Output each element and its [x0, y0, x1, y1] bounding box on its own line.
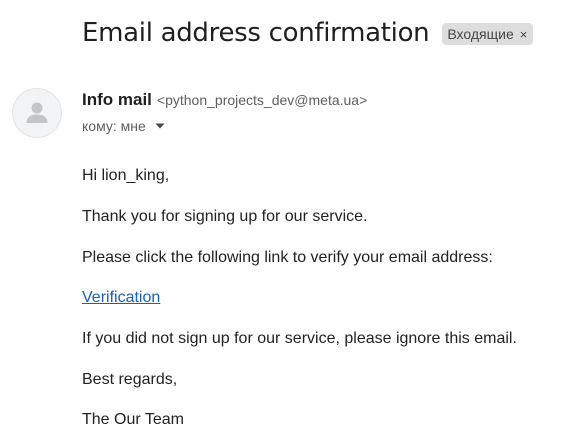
email-subject: Email address confirmation	[82, 18, 430, 48]
remove-label-icon[interactable]: ×	[520, 28, 528, 41]
recipient-text: кому: мне	[82, 118, 146, 134]
caret-down-icon	[155, 123, 165, 129]
recipient-line: кому: мне	[82, 118, 168, 134]
sender-line: Info mail <python_projects_dev@meta.ua>	[82, 90, 367, 110]
closing-text: Best regards,	[82, 371, 178, 388]
sender-name[interactable]: Info mail	[82, 90, 152, 110]
thanks-text: Thank you for signing up for our service…	[82, 208, 368, 225]
ignore-notice-text: If you did not sign up for our service, …	[82, 330, 517, 347]
subject-row: Email address confirmation Входящие ×	[82, 18, 534, 48]
instruction-text: Please click the following link to verif…	[82, 249, 493, 266]
verification-link[interactable]: Verification	[82, 289, 160, 306]
greeting-text: Hi lion_king,	[82, 167, 170, 184]
verification-link-line: Verification	[82, 289, 160, 307]
signature-text: The Our Team	[82, 411, 184, 428]
person-icon	[26, 102, 48, 123]
show-details-button[interactable]	[152, 118, 168, 134]
inbox-label-chip[interactable]: Входящие ×	[442, 23, 534, 45]
sender-email: <python_projects_dev@meta.ua>	[156, 92, 368, 108]
inbox-label-text: Входящие	[447, 26, 514, 42]
sender-avatar[interactable]	[12, 88, 62, 138]
